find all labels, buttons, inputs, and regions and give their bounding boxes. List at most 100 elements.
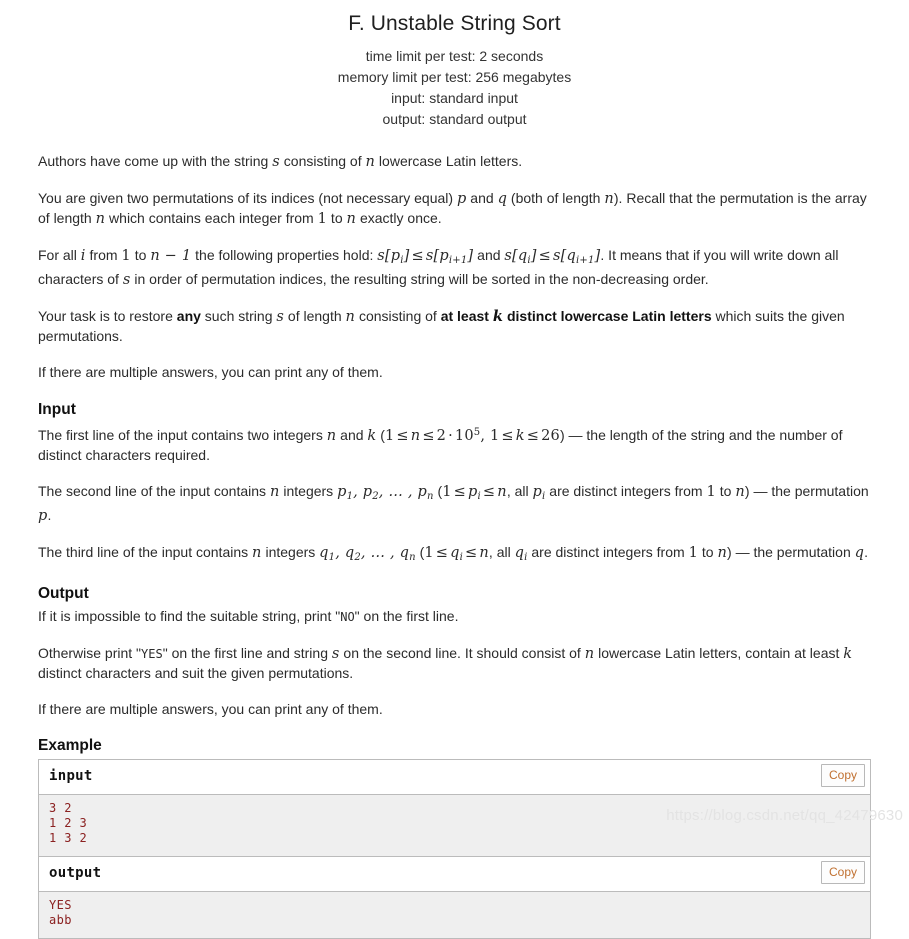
text-fragment: are distinct integers from <box>527 543 689 560</box>
math-n: n <box>346 211 357 227</box>
math-n: n <box>735 483 745 500</box>
text-fragment: , all <box>506 482 533 499</box>
copy-input-button[interactable]: Copy <box>820 764 865 788</box>
math-one: 1 <box>317 211 328 227</box>
math-pi: pi <box>532 483 546 502</box>
text-fragment: lowercase Latin letters, contain at leas… <box>594 645 844 662</box>
statement-paragraph-5: If there are multiple answers, you can p… <box>38 363 383 380</box>
text-fragment: ( <box>376 426 385 443</box>
text-fragment: For all <box>38 247 81 263</box>
math-n: n <box>345 308 356 325</box>
output-section-title: Output <box>38 585 89 603</box>
text-fragment: from <box>85 247 122 263</box>
text-fragment: (both of length <box>507 190 605 206</box>
statement-paragraph-2: You are given two permutations of its in… <box>38 189 871 229</box>
statement-paragraph-1: Authors have come up with the string s c… <box>38 152 871 172</box>
copy-output-button[interactable]: Copy <box>820 861 865 885</box>
output-line-1: If it is impossible to find the suitable… <box>38 607 871 627</box>
math-inequality-p: s[pi] ≤ s[pi+1] <box>377 248 474 266</box>
text-fragment: lowercase Latin letters. <box>375 153 523 169</box>
math-one: 1 <box>121 248 131 264</box>
math-one: 1 <box>688 544 698 561</box>
text-fragment: consisting of <box>355 307 441 324</box>
input-section-title: Input <box>38 400 76 418</box>
sample-input-text: 3 2 1 2 3 1 3 2 <box>49 801 88 846</box>
input-line-2: The second line of the input contains n … <box>38 482 871 526</box>
input-mode: input: standard input <box>391 90 518 106</box>
text-fragment: " on the first line and string <box>162 645 332 662</box>
math-k: k <box>492 307 504 325</box>
text-fragment: . <box>864 543 869 560</box>
text-fragment: integers <box>261 543 320 560</box>
text-fragment: integers <box>279 482 338 499</box>
text-fragment: to <box>327 210 347 226</box>
text-fragment: distinct characters and suit the given p… <box>38 665 354 682</box>
sample-input-body: 3 2 1 2 3 1 3 2 <box>39 795 870 858</box>
literal-yes: YES <box>141 647 163 662</box>
sample-output-text: YES abb <box>49 898 72 928</box>
math-k: k <box>843 646 853 663</box>
text-fragment: of length <box>284 307 346 324</box>
math-n: n <box>95 211 106 227</box>
problem-statement: Authors have come up with the string s c… <box>0 152 909 757</box>
math-p: p <box>456 191 467 207</box>
math-inequality-q: s[qi] ≤ s[qi+1] <box>504 248 601 266</box>
literal-no: NO <box>340 610 355 625</box>
text-fragment: You are given two permutations of its in… <box>38 190 457 206</box>
input-line-1: The first line of the input contains two… <box>38 423 871 465</box>
memory-limit: memory limit per test: 256 megabytes <box>337 69 572 85</box>
math-p-list: p1, p2, … , pn <box>337 483 434 502</box>
math-n: n <box>252 544 262 561</box>
page-title: F. Unstable String Sort <box>348 12 561 35</box>
constraint-qi: 1 ≤ qi ≤ n <box>424 544 489 563</box>
math-q: q <box>854 544 865 561</box>
math-s: s <box>272 154 280 170</box>
sample-output-body: YES abb <box>39 892 870 939</box>
text-fragment: to <box>698 543 718 560</box>
emphasis-distinct-letters: distinct lowercase Latin letters <box>503 307 712 324</box>
text-fragment: to <box>715 482 736 499</box>
sample-input-header: input Copy <box>39 760 870 796</box>
emphasis-at-least: at least <box>440 307 493 324</box>
math-n: n <box>365 154 376 170</box>
problem-page: F. Unstable String Sort time limit per t… <box>0 0 909 939</box>
text-fragment: and <box>466 190 498 206</box>
math-n: n <box>584 646 595 663</box>
output-line-3: If there are multiple answers, you can p… <box>38 701 383 718</box>
text-fragment: ) — the permutation <box>727 543 855 560</box>
time-limit: time limit per test: 2 seconds <box>365 48 544 64</box>
text-fragment: , all <box>488 543 515 560</box>
text-fragment: ( <box>433 482 443 499</box>
text-fragment: " on the first line. <box>354 608 459 625</box>
text-fragment: Otherwise print " <box>38 645 142 662</box>
text-fragment: ) — the permutation <box>744 482 869 499</box>
math-qi: qi <box>514 544 528 563</box>
math-s: s <box>331 646 340 663</box>
text-fragment: and <box>336 426 368 443</box>
example-section-title: Example <box>38 737 102 755</box>
constraint-pi: 1 ≤ pi ≤ n <box>442 483 507 502</box>
text-fragment: The second line of the input contains <box>38 482 270 499</box>
math-q: q <box>497 191 508 207</box>
text-fragment: Authors have come up with the string <box>38 153 273 169</box>
text-fragment: on the second line. It should consist of <box>339 645 585 662</box>
text-fragment: The first line of the input contains two… <box>38 426 327 443</box>
statement-paragraph-3: For all i from 1 to n − 1 the following … <box>38 246 871 290</box>
math-s: s <box>276 308 285 325</box>
statement-paragraph-4: Your task is to restore any such string … <box>38 307 871 346</box>
math-q-list: q1, q2, … , qn <box>319 544 416 563</box>
example-tests: input Copy 3 2 1 2 3 1 3 2 output Copy Y… <box>38 759 871 939</box>
math-n: n <box>326 427 337 444</box>
text-fragment: in order of permutation indices, the res… <box>130 270 709 287</box>
constraint-n: 1 ≤ n ≤2 · 105, 1 ≤ k ≤26 <box>384 426 560 444</box>
sample-output-label: output <box>49 865 102 882</box>
output-line-2: Otherwise print "YES" on the first line … <box>38 644 871 683</box>
text-fragment: The third line of the input contains <box>38 543 253 560</box>
text-fragment: . <box>47 506 52 523</box>
text-fragment: the following properties hold: <box>191 247 378 263</box>
sample-output-header: output Copy <box>39 857 870 893</box>
text-fragment: exactly once. <box>356 210 442 226</box>
sample-input-label: input <box>49 768 93 785</box>
text-fragment: consisting of <box>279 153 366 169</box>
output-mode: output: standard output <box>382 111 527 127</box>
